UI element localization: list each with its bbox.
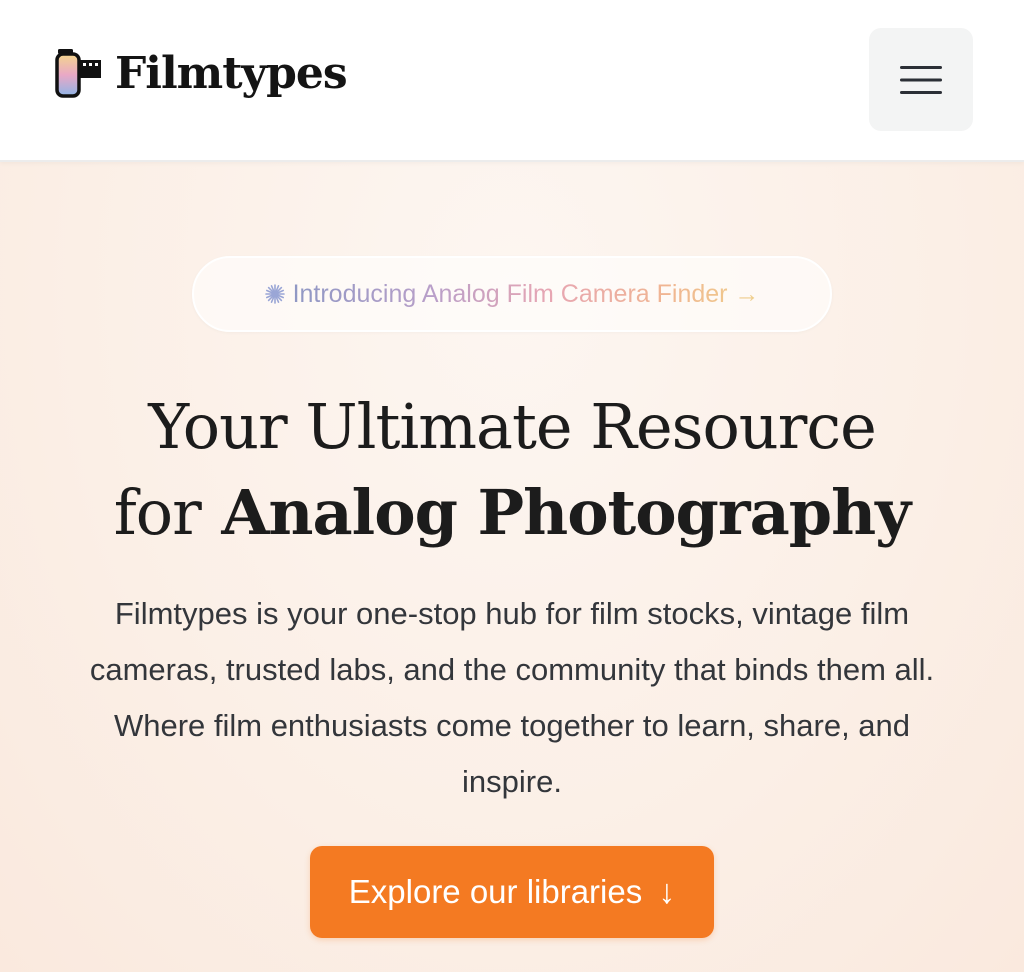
announcement-text: Introducing Analog Film Camera Finder → <box>292 279 760 308</box>
announcement-pill[interactable]: Introducing Analog Film Camera Finder → <box>192 256 832 332</box>
hero-title-line-2: for Analog Photography <box>0 470 1024 556</box>
hero-title-line-1: Your Ultimate Resource <box>148 390 877 463</box>
cta-label: Explore our libraries <box>348 873 643 910</box>
sparkle-icon <box>264 284 285 304</box>
hero-description: Filmtypes is your one-stop hub for film … <box>89 596 935 799</box>
film-canister-icon <box>55 49 101 98</box>
hamburger-menu-icon <box>900 65 942 94</box>
arrow-down-icon: ↓ <box>658 873 676 911</box>
hero-title-emphasis: Analog Photography <box>221 476 911 549</box>
brand-logo-link[interactable]: Filmtypes <box>55 48 348 100</box>
hero-title-prefix: for <box>113 476 202 549</box>
explore-libraries-button[interactable]: Explore our libraries ↓ <box>310 846 714 938</box>
site-header: Filmtypes <box>0 0 1024 162</box>
brand-name: Filmtypes <box>115 48 348 99</box>
menu-button[interactable] <box>869 28 973 131</box>
hero-title: Your Ultimate Resource for Analog Photog… <box>0 384 1024 556</box>
